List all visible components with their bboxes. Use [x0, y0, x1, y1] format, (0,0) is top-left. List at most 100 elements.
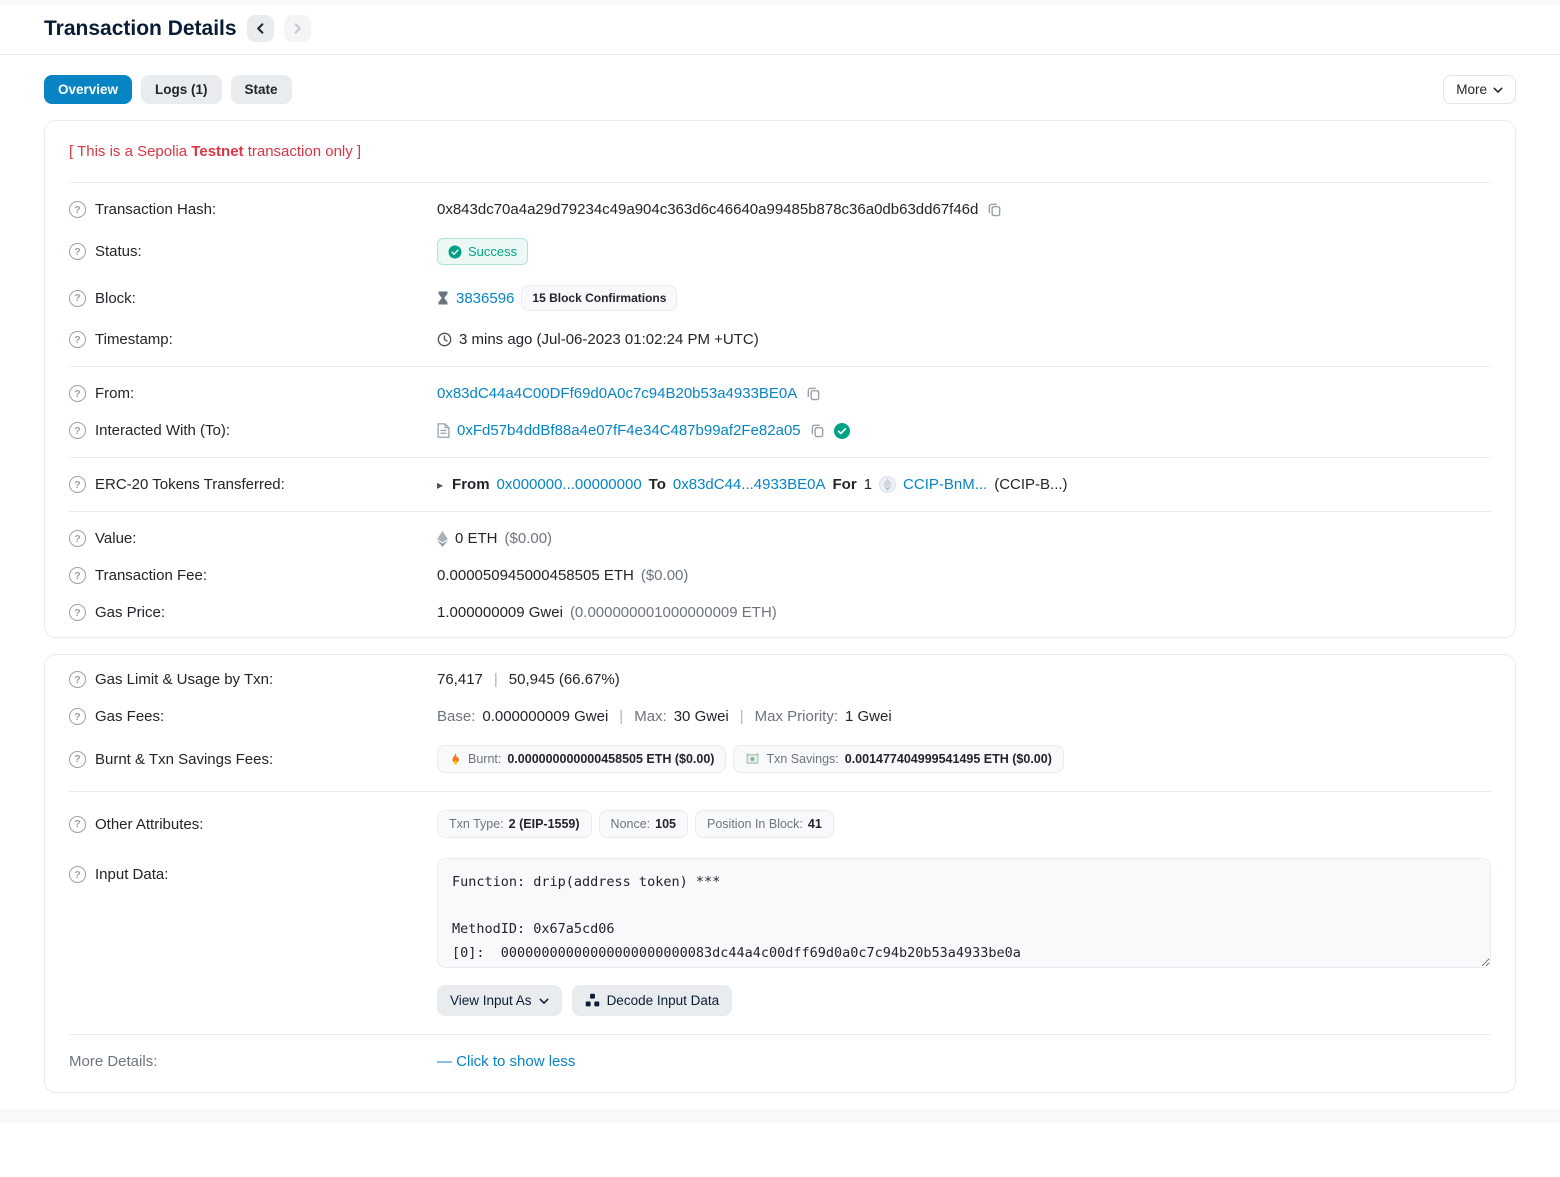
transaction-hash-label: Transaction Hash:: [95, 201, 216, 218]
tab-overview[interactable]: Overview: [44, 75, 132, 104]
row-transaction-hash: ? Transaction Hash: 0x843dc70a4a29d79234…: [69, 191, 1491, 228]
erc20-label: ERC-20 Tokens Transferred:: [95, 476, 285, 493]
max-fee-label: Max:: [634, 708, 667, 725]
nonce-badge: Nonce: 105: [599, 810, 688, 838]
erc20-to-label: To: [649, 476, 666, 493]
base-fee-value: 0.000000009 Gwei: [482, 708, 608, 725]
tab-logs[interactable]: Logs (1): [141, 75, 222, 104]
burnt-value: 0.000000000000458505 ETH ($0.00): [507, 752, 714, 766]
nonce-label: Nonce:: [611, 817, 651, 831]
to-address-link[interactable]: 0xFd57b4ddBf88a4e07fF4e34C487b99af2Fe82a…: [457, 422, 801, 439]
divider: [69, 457, 1491, 458]
chevron-down-icon: [1493, 85, 1503, 95]
help-icon[interactable]: ?: [69, 201, 86, 218]
previous-transaction-button[interactable]: [247, 15, 274, 42]
decode-input-data-button[interactable]: Decode Input Data: [572, 985, 733, 1016]
tabs-bar: Overview Logs (1) State More: [44, 75, 1516, 104]
copy-from-address-button[interactable]: [804, 386, 823, 401]
gas-limit-value: 76,417: [437, 671, 483, 688]
value-label: Value:: [95, 530, 136, 547]
erc20-from-address-link[interactable]: 0x000000...00000000: [497, 476, 642, 493]
gas-fees-label: Gas Fees:: [95, 708, 164, 725]
expand-caret-icon[interactable]: ▸: [437, 478, 443, 492]
hourglass-icon: [437, 291, 449, 305]
help-icon[interactable]: ?: [69, 530, 86, 547]
burnt-savings-label: Burnt & Txn Savings Fees:: [95, 751, 273, 768]
help-icon[interactable]: ?: [69, 476, 86, 493]
overview-card: [ This is a Sepolia Testnet transaction …: [44, 120, 1516, 638]
transaction-fee-usd: ($0.00): [641, 567, 689, 584]
fire-icon: [449, 752, 462, 766]
row-value: ? Value: 0 ETH ($0.00): [69, 520, 1491, 557]
view-input-as-button[interactable]: View Input As: [437, 985, 562, 1016]
row-interacted-with: ? Interacted With (To): 0xFd57b4ddBf88a4…: [69, 412, 1491, 449]
more-button-label: More: [1456, 82, 1487, 97]
help-icon[interactable]: ?: [69, 751, 86, 768]
position-label: Position In Block:: [707, 817, 803, 831]
nonce-value: 105: [655, 817, 676, 831]
value-eth: 0 ETH: [455, 530, 498, 547]
page-title: Transaction Details: [44, 17, 237, 41]
help-icon[interactable]: ?: [69, 671, 86, 688]
burnt-badge: Burnt: 0.000000000000458505 ETH ($0.00): [437, 745, 726, 773]
status-label: Status:: [95, 243, 142, 260]
from-label: From:: [95, 385, 134, 402]
help-icon[interactable]: ?: [69, 290, 86, 307]
erc20-token-symbol: (CCIP-B...): [994, 476, 1067, 493]
row-gas-limit: ? Gas Limit & Usage by Txn: 76,417 | 50,…: [69, 661, 1491, 698]
erc20-to-address-link[interactable]: 0x83dC44...4933BE0A: [673, 476, 826, 493]
gas-usage-value: 50,945 (66.67%): [509, 671, 620, 688]
help-icon[interactable]: ?: [69, 243, 86, 260]
copy-to-address-button[interactable]: [808, 423, 827, 438]
page-header: Transaction Details: [44, 5, 1516, 54]
erc20-amount: 1: [864, 476, 872, 493]
status-badge-text: Success: [468, 244, 517, 259]
eth-icon: [437, 531, 448, 547]
row-status: ? Status: Success: [69, 228, 1491, 275]
position-in-block-badge: Position In Block: 41: [695, 810, 834, 838]
row-other-attributes: ? Other Attributes: Txn Type: 2 (EIP-155…: [69, 800, 1491, 848]
separator: |: [619, 708, 623, 725]
from-address-link[interactable]: 0x83dC44a4C00DFf69d0A0c7c94B20b53a4933BE…: [437, 385, 797, 402]
block-number-link[interactable]: 3836596: [456, 290, 514, 307]
txn-savings-value: 0.001477404999541495 ETH ($0.00): [845, 752, 1052, 766]
txn-savings-label: Txn Savings:: [766, 752, 838, 766]
gas-limit-label: Gas Limit & Usage by Txn:: [95, 671, 273, 688]
help-icon[interactable]: ?: [69, 866, 86, 883]
row-burnt-savings: ? Burnt & Txn Savings Fees: Burnt: 0.000…: [69, 735, 1491, 783]
show-less-link[interactable]: — Click to show less: [437, 1053, 575, 1070]
interacted-with-label: Interacted With (To):: [95, 422, 230, 439]
input-data-textarea[interactable]: Function: drip(address token) *** Method…: [437, 858, 1491, 968]
row-gas-fees: ? Gas Fees: Base: 0.000000009 Gwei | Max…: [69, 698, 1491, 735]
divider: [69, 182, 1491, 183]
gas-price-label: Gas Price:: [95, 604, 165, 621]
more-details-label: More Details:: [69, 1053, 157, 1070]
gas-price-gwei: 1.000000009 Gwei: [437, 604, 563, 621]
contract-icon: [437, 423, 450, 438]
erc20-token-link[interactable]: CCIP-BnM...: [903, 476, 987, 493]
help-icon[interactable]: ?: [69, 604, 86, 621]
help-icon[interactable]: ?: [69, 567, 86, 584]
check-circle-icon: [448, 245, 462, 259]
next-transaction-button[interactable]: [284, 15, 311, 42]
copy-icon: [806, 386, 821, 401]
help-icon[interactable]: ?: [69, 385, 86, 402]
help-icon[interactable]: ?: [69, 331, 86, 348]
gas-price-eth: (0.000000001000000009 ETH): [570, 604, 777, 621]
help-icon[interactable]: ?: [69, 708, 86, 725]
help-icon[interactable]: ?: [69, 816, 86, 833]
erc20-from-label: From: [452, 476, 490, 493]
timestamp-label: Timestamp:: [95, 331, 173, 348]
row-gas-price: ? Gas Price: 1.000000009 Gwei (0.0000000…: [69, 594, 1491, 631]
separator: |: [740, 708, 744, 725]
footer-band: [0, 1109, 1560, 1123]
view-input-as-label: View Input As: [450, 993, 532, 1008]
tab-state[interactable]: State: [231, 75, 292, 104]
clock-icon: [437, 332, 452, 347]
txn-type-badge: Txn Type: 2 (EIP-1559): [437, 810, 592, 838]
money-wings-icon: [745, 753, 760, 765]
copy-hash-button[interactable]: [985, 202, 1004, 217]
help-icon[interactable]: ?: [69, 422, 86, 439]
txn-type-value: 2 (EIP-1559): [509, 817, 580, 831]
more-button[interactable]: More: [1443, 75, 1516, 104]
